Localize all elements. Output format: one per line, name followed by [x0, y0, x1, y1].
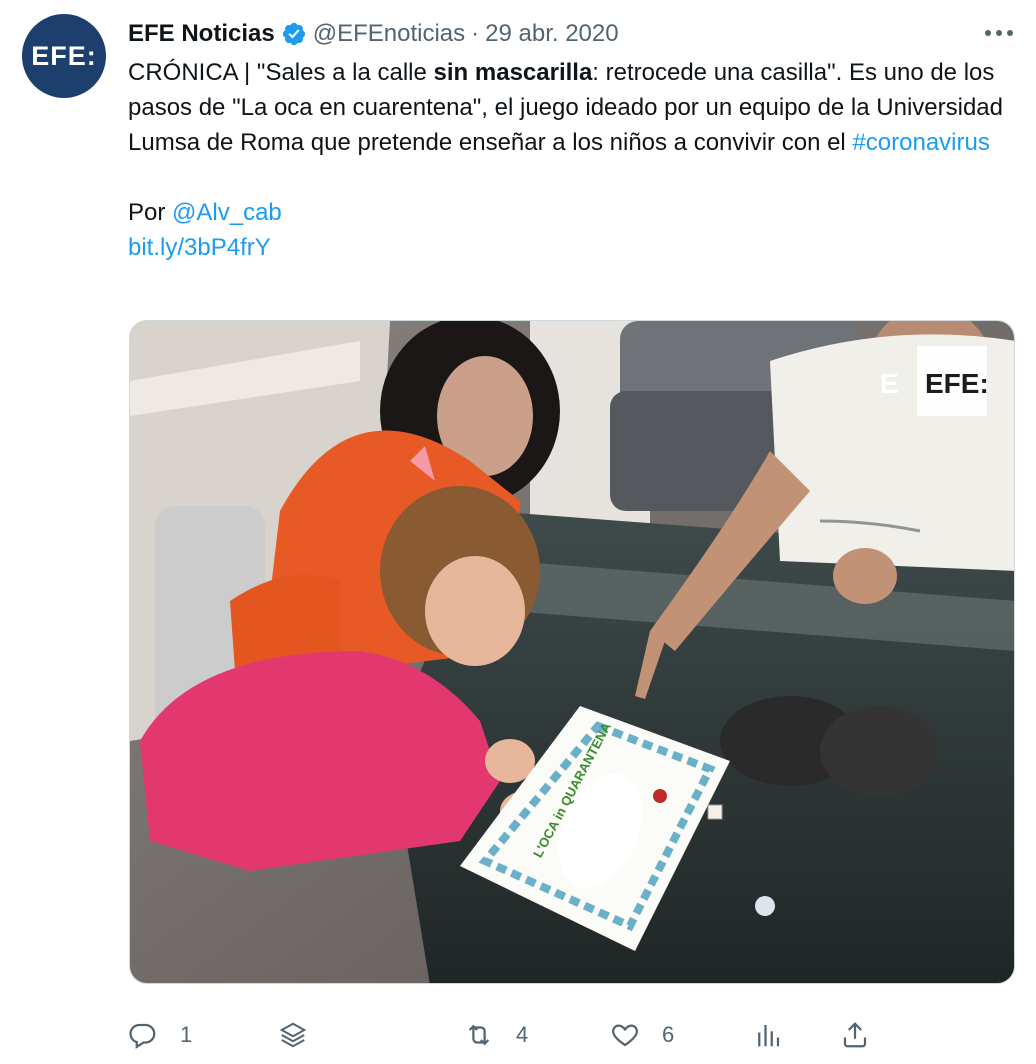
- retweet-button[interactable]: 4: [464, 1013, 528, 1057]
- stack-button[interactable]: [278, 1013, 308, 1057]
- watermark-text-left: E: [880, 368, 899, 399]
- reply-button[interactable]: 1: [128, 1013, 192, 1057]
- retweet-icon: [468, 1024, 490, 1046]
- byline: Por @Alv_cab: [128, 195, 1008, 230]
- avatar-logo-text: EFE:: [31, 40, 97, 71]
- reply-icon: [129, 1023, 156, 1049]
- author-name[interactable]: EFE Noticias: [128, 20, 275, 48]
- short-link[interactable]: bit.ly/3bP4frY: [128, 234, 271, 261]
- paragraph-spacer: [128, 160, 1008, 195]
- avatar[interactable]: EFE:: [22, 14, 106, 98]
- watermark-text: EFE:: [925, 368, 989, 399]
- more-options-button[interactable]: [982, 18, 1016, 48]
- header-separator: ·: [471, 20, 480, 47]
- photo-illustration: L'OCA in QUARANTENA E EFE:: [130, 321, 1014, 983]
- tweet-header: EFE Noticias @EFEnoticias · 29 abr. 2020: [128, 18, 619, 50]
- byline-label: Por: [128, 199, 173, 226]
- short-link-line: bit.ly/3bP4frY: [128, 230, 1008, 265]
- views-button[interactable]: [753, 1013, 783, 1057]
- verified-badge-icon: [282, 22, 305, 46]
- mention-link[interactable]: @Alv_cab: [172, 199, 282, 226]
- tweet-text: CRÓNICA | "Sales a la calle sin mascaril…: [128, 55, 1008, 265]
- tweet-date[interactable]: 29 abr. 2020: [485, 20, 618, 48]
- retweet-count: 4: [516, 1022, 529, 1047]
- author-handle[interactable]: @EFEnoticias: [313, 20, 465, 48]
- tweet-actions: 1 4 6: [128, 1013, 868, 1057]
- like-button[interactable]: 6: [610, 1013, 674, 1057]
- tweet-photo[interactable]: L'OCA in QUARANTENA E EFE:: [129, 320, 1015, 984]
- text-bold-phrase: sin mascarilla: [433, 59, 593, 86]
- like-count: 6: [662, 1022, 675, 1047]
- tweet-body-paragraph: CRÓNICA | "Sales a la calle sin mascaril…: [128, 55, 1008, 160]
- reply-count: 1: [180, 1022, 193, 1047]
- more-dots-icon: [985, 30, 1013, 36]
- share-button[interactable]: [840, 1013, 870, 1057]
- analytics-icon: [758, 1025, 780, 1047]
- heart-icon: [612, 1024, 638, 1047]
- share-icon: [843, 1022, 867, 1048]
- layers-icon: [279, 1022, 307, 1048]
- hashtag-link[interactable]: #coronavirus: [852, 129, 989, 156]
- text-intro: CRÓNICA | "Sales a la calle: [128, 59, 434, 86]
